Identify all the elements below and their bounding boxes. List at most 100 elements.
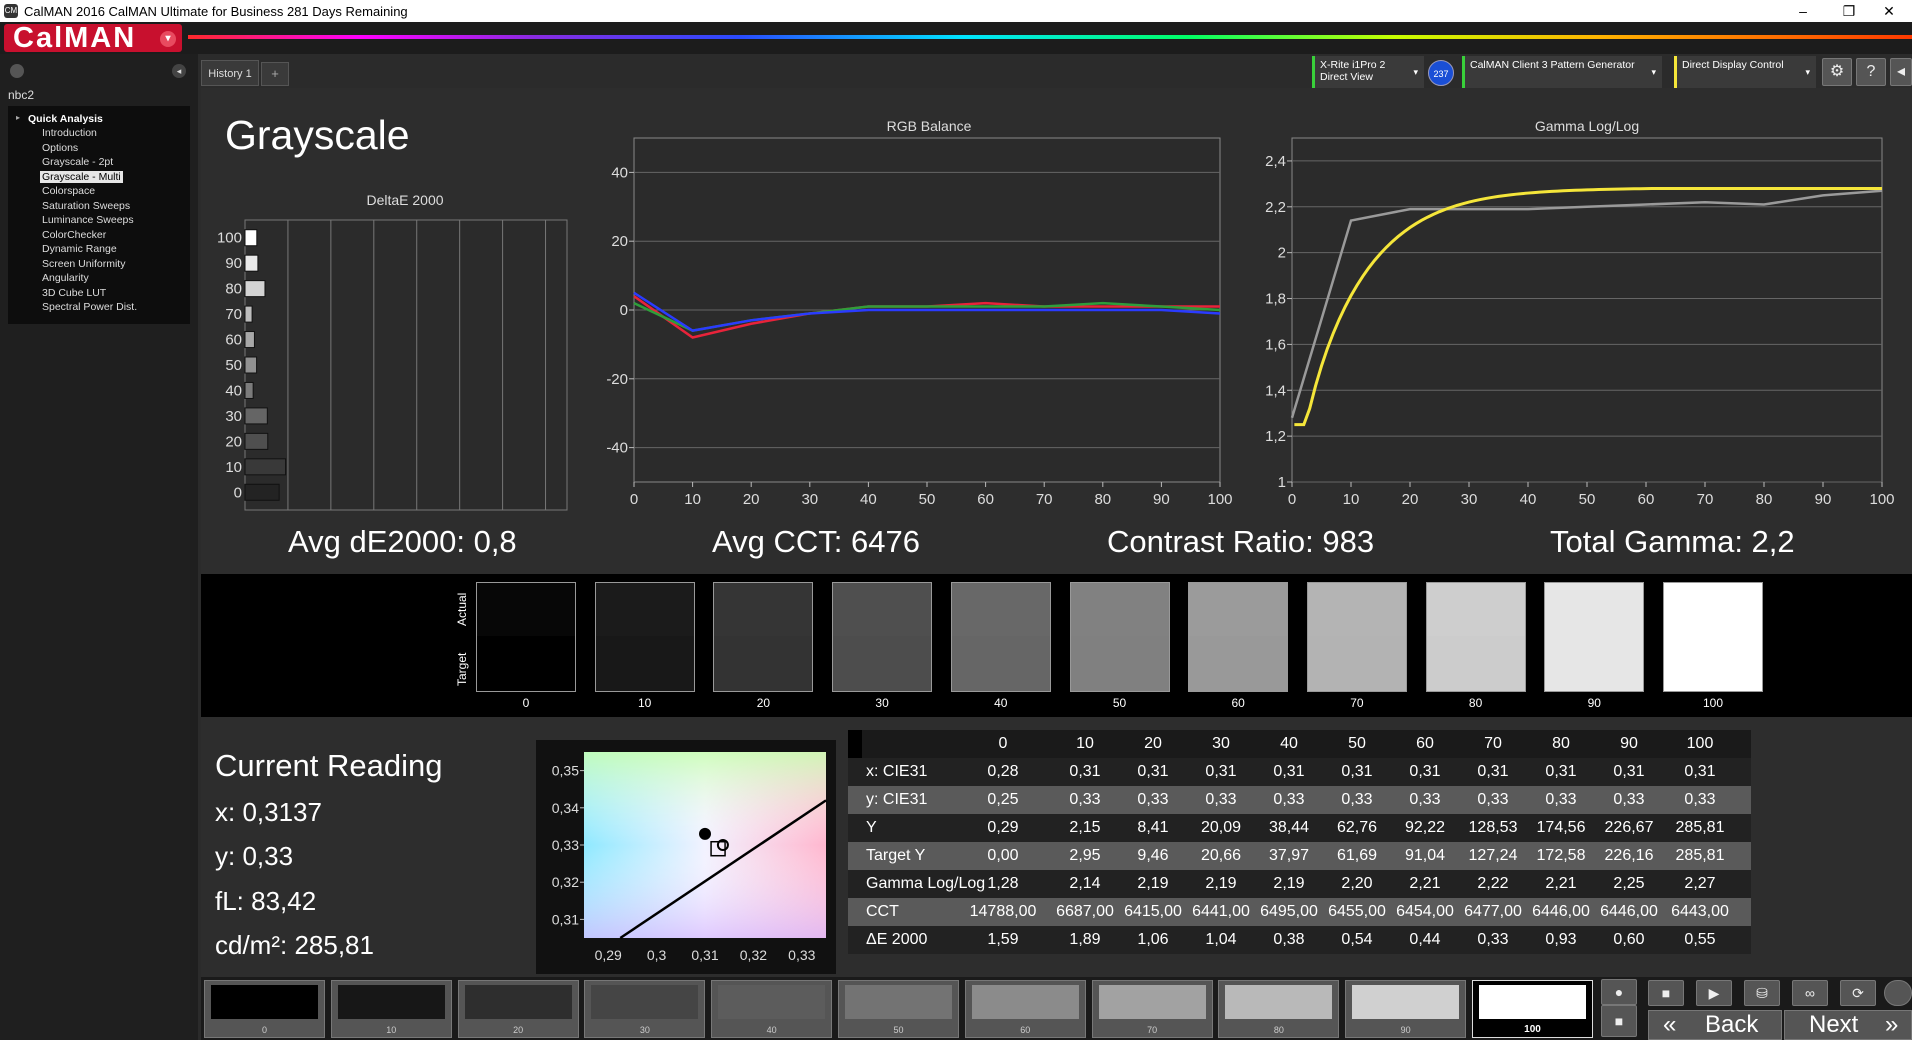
patch-color: [1098, 985, 1206, 1019]
patch-label: 90: [1400, 1025, 1411, 1035]
deltae-y-tick: 80: [225, 281, 242, 298]
sidebar-item-colorspace[interactable]: Colorspace: [42, 185, 95, 197]
table-cell: 0,31: [1341, 763, 1373, 780]
swatch-label: 60: [1231, 696, 1245, 710]
tab-history-1[interactable]: History 1: [201, 60, 259, 86]
calman-logo-button[interactable]: CalMAN ▾: [4, 22, 182, 54]
patch-color: [718, 985, 826, 1019]
next-button[interactable]: Next »: [1784, 1010, 1912, 1040]
table-cell: 2,20: [1341, 875, 1373, 892]
swatch-actual: [1306, 582, 1407, 692]
table-cell: 0,54: [1341, 931, 1373, 948]
rainbow-stripe: [188, 35, 1912, 39]
sidebar-item-screen-uniformity[interactable]: Screen Uniformity: [42, 258, 125, 270]
help-button[interactable]: ?: [1856, 58, 1886, 86]
patch-button[interactable]: 20: [457, 980, 579, 1038]
gamma-y-tick: 1,6: [1265, 336, 1286, 353]
rgb-y-tick: -40: [606, 440, 628, 457]
pattern-generator-name: CalMAN Client 3 Pattern Generator: [1470, 59, 1635, 71]
table-cell: 0,31: [1409, 763, 1441, 780]
table-cell: 92,22: [1404, 819, 1446, 836]
workflow-status-icon[interactable]: [10, 64, 24, 78]
swatch-actual: [476, 582, 576, 692]
play-button[interactable]: ▶: [1696, 980, 1732, 1006]
table-header-cell: 80: [1552, 735, 1570, 752]
sidebar-item-grayscale-multi[interactable]: Grayscale - Multi: [40, 170, 123, 183]
patch-button[interactable]: 90: [1345, 980, 1467, 1038]
chart-title-deltae: DeltaE 2000: [366, 192, 444, 208]
deltae-x-tick: 8: [413, 515, 421, 516]
patch-button[interactable]: 60: [964, 980, 1086, 1038]
table-cell: 174,56: [1536, 819, 1586, 836]
record-button[interactable]: ●: [1601, 979, 1637, 1005]
minimize-button[interactable]: –: [1780, 0, 1826, 22]
patch-button[interactable]: 30: [584, 980, 706, 1038]
table-row-label: Target Y: [866, 847, 926, 864]
save-button[interactable]: ⛁: [1744, 980, 1780, 1006]
swatch-target: [1070, 636, 1169, 691]
sidebar-item-grayscale-2pt[interactable]: Grayscale - 2pt: [42, 156, 113, 168]
table-header-cell: 50: [1348, 735, 1366, 752]
avg-de-stat: Avg dE2000: 0,8: [288, 524, 517, 559]
sidebar-item-3d-cube-lut[interactable]: 3D Cube LUT: [42, 287, 106, 299]
deltae-bar: [244, 432, 269, 450]
patch-button[interactable]: 40: [711, 980, 833, 1038]
refresh-button[interactable]: ⟳: [1840, 980, 1876, 1006]
back-arrow-icon: «: [1663, 1011, 1677, 1038]
patch-button[interactable]: 70: [1091, 980, 1213, 1038]
patch-label: 10: [386, 1025, 397, 1035]
back-button[interactable]: « Back: [1648, 1010, 1782, 1040]
table-cell: 20,66: [1200, 847, 1242, 864]
loop-icon: ∞: [1805, 985, 1815, 1001]
expand-panel-button[interactable]: ◂: [1890, 58, 1912, 86]
meter-selector[interactable]: X-Rite i1Pro 2 Direct View ▾: [1312, 56, 1424, 88]
meter-status-badge[interactable]: 237: [1428, 60, 1454, 86]
contrast-ratio-stat: Contrast Ratio: 983: [1107, 524, 1375, 559]
add-tab-button[interactable]: +: [261, 62, 289, 86]
sidebar-item-spectral-power[interactable]: Spectral Power Dist.: [42, 301, 137, 313]
loop-button[interactable]: ∞: [1792, 980, 1828, 1006]
table-cell: 0,33: [1273, 791, 1305, 808]
window-title: CalMAN 2016 CalMAN Ultimate for Business…: [24, 4, 408, 19]
table-cell: 0,33: [1409, 791, 1441, 808]
gamma-x-tick: 50: [1579, 491, 1596, 508]
table-header-row: 0 10 20 30 40 50 60 70 80 90 100: [848, 730, 1751, 758]
sidebar-item-luminance-sweeps[interactable]: Luminance Sweeps: [42, 214, 134, 226]
sidebar-item-colorchecker[interactable]: ColorChecker: [42, 229, 106, 241]
logo-text: CalMAN: [13, 22, 137, 54]
options-button[interactable]: [1884, 980, 1912, 1006]
collapse-sidebar-icon[interactable]: ◂: [172, 64, 186, 78]
play-icon: ▶: [1708, 985, 1720, 1001]
patch-button[interactable]: 100: [1472, 980, 1593, 1038]
table-cell: 0,31: [1205, 763, 1237, 780]
deltae-bar: [244, 407, 268, 425]
sidebar-item-saturation-sweeps[interactable]: Saturation Sweeps: [42, 200, 130, 212]
tree-expand-icon[interactable]: ▸: [16, 113, 20, 122]
tree-root-quick-analysis[interactable]: Quick Analysis: [28, 113, 103, 125]
pattern-generator-selector[interactable]: CalMAN Client 3 Pattern Generator ▾: [1462, 56, 1662, 88]
stop-button[interactable]: ■: [1648, 980, 1684, 1006]
table-cell: 38,44: [1268, 819, 1310, 836]
patch-button[interactable]: 10: [330, 980, 452, 1038]
reading-y: y: 0,33: [215, 841, 294, 871]
swatch-target: [833, 636, 932, 691]
reading-x: x: 0,3137: [215, 797, 322, 827]
table-header-cell: 60: [1416, 735, 1434, 752]
swatch-actual: [713, 582, 814, 692]
single-read-button[interactable]: ■: [1601, 1005, 1637, 1037]
close-button[interactable]: ✕: [1866, 0, 1912, 22]
settings-button[interactable]: ⚙: [1822, 58, 1852, 86]
deltae-y-tick: 40: [225, 382, 242, 399]
patch-button[interactable]: 80: [1218, 980, 1340, 1038]
patch-button[interactable]: 50: [838, 980, 959, 1038]
table-cell: 6446,00: [1532, 903, 1590, 920]
cie-point: [699, 827, 711, 840]
display-control-selector[interactable]: Direct Display Control ▾: [1674, 56, 1816, 88]
table-cell: 20,09: [1200, 819, 1242, 836]
sidebar-item-dynamic-range[interactable]: Dynamic Range: [42, 243, 117, 255]
patch-button[interactable]: 0: [204, 980, 325, 1038]
sidebar-item-introduction[interactable]: Introduction: [42, 127, 97, 139]
cie-y-tick: 0,31: [552, 911, 579, 927]
sidebar-item-options[interactable]: Options: [42, 142, 78, 154]
sidebar-item-angularity[interactable]: Angularity: [42, 272, 89, 284]
